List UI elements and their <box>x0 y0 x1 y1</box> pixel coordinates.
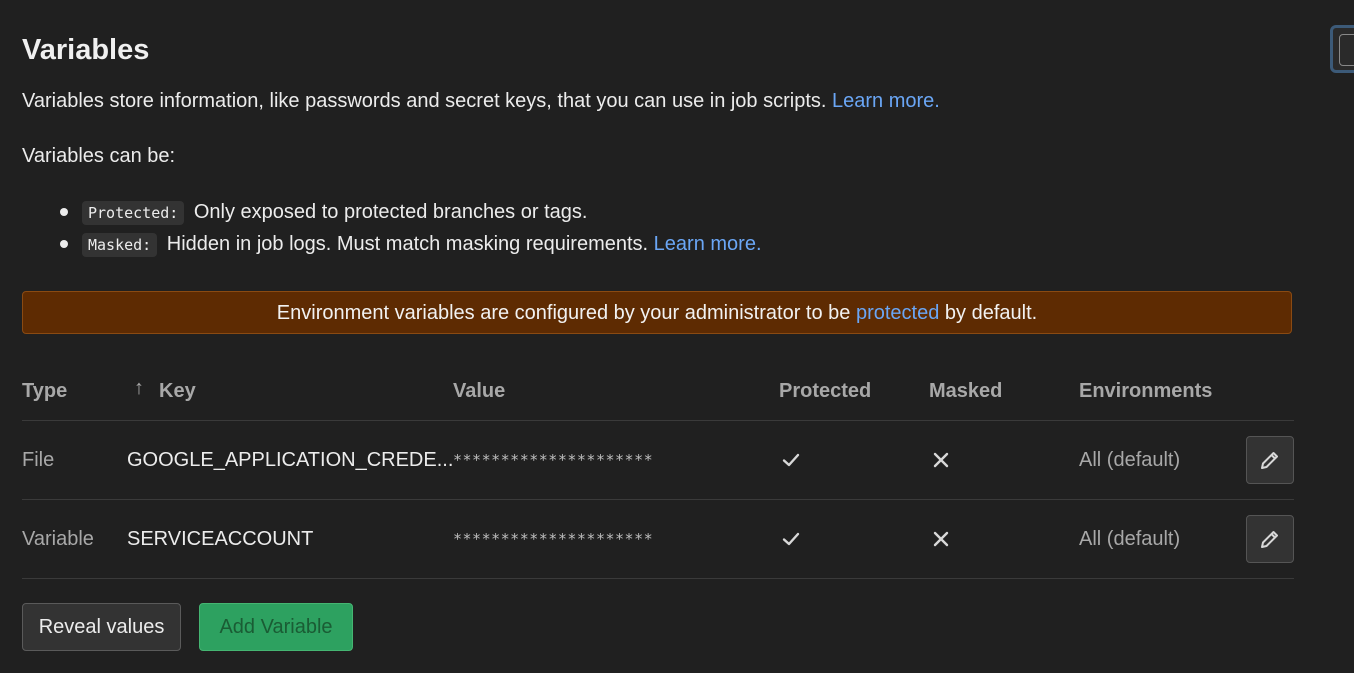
column-header-type: Type <box>22 380 68 402</box>
sort-ascending-icon[interactable]: ↑ <box>134 377 144 400</box>
edit-variable-button[interactable] <box>1246 436 1294 484</box>
list-item-protected: Protected: Only exposed to protected bra… <box>60 196 762 228</box>
table-header: Type ↑ Key Value Protected Masked Enviro… <box>22 366 1294 421</box>
masking-learn-more-link[interactable]: Learn more. <box>654 233 762 255</box>
column-header-key[interactable]: Key <box>159 380 196 403</box>
alert-text-before: Environment variables are configured by … <box>276 302 851 324</box>
variable-value: ********************* <box>453 530 654 548</box>
variable-key: SERVICEACCOUNT <box>127 528 314 550</box>
protected-link[interactable]: protected <box>856 302 939 324</box>
variable-value: ********************* <box>453 451 654 469</box>
check-icon <box>782 453 800 467</box>
check-icon <box>782 532 800 546</box>
learn-more-link[interactable]: Learn more. <box>832 90 940 112</box>
can-be-intro: Variables can be: <box>22 145 176 167</box>
table-row: Variable SERVICEACCOUNT ****************… <box>22 500 1294 579</box>
masked-description: Hidden in job logs. Must match masking r… <box>166 233 649 255</box>
variable-key: GOOGLE_APPLICATION_CREDE... <box>127 449 454 471</box>
page-description: Variables store information, like passwo… <box>22 90 940 113</box>
variable-type: File <box>22 449 55 471</box>
list-item-masked: Masked: Hidden in job logs. Must match m… <box>60 228 762 260</box>
protected-code: Protected: <box>82 201 185 225</box>
variables-table: Type ↑ Key Value Protected Masked Enviro… <box>22 366 1294 579</box>
edit-variable-button[interactable] <box>1246 515 1294 563</box>
protected-default-alert: Environment variables are configured by … <box>22 291 1292 334</box>
masked-code: Masked: <box>82 233 158 257</box>
variable-options-list: Protected: Only exposed to protected bra… <box>60 196 762 260</box>
column-header-masked: Masked <box>929 380 1003 402</box>
variable-environment: All (default) <box>1079 449 1181 471</box>
protected-description: Only exposed to protected branches or ta… <box>193 201 588 223</box>
alert-text-after: by default. <box>944 302 1038 324</box>
add-variable-button[interactable]: Add Variable <box>199 603 353 651</box>
pencil-icon <box>1261 452 1278 469</box>
pencil-icon <box>1261 531 1278 548</box>
column-header-value: Value <box>453 380 506 402</box>
reveal-values-button[interactable]: Reveal values <box>22 603 181 651</box>
column-header-environments: Environments <box>1079 380 1213 402</box>
table-row: File GOOGLE_APPLICATION_CREDE... *******… <box>22 421 1294 500</box>
description-text: Variables store information, like passwo… <box>22 90 827 112</box>
close-icon <box>933 531 949 547</box>
variable-type: Variable <box>22 528 94 550</box>
variable-environment: All (default) <box>1079 528 1181 550</box>
corner-toggle-button[interactable] <box>1330 25 1354 73</box>
variables-page: Variables Variables store information, l… <box>0 0 1354 673</box>
column-header-protected: Protected <box>779 380 872 402</box>
close-icon <box>933 452 949 468</box>
bullet-icon <box>60 208 68 216</box>
bullet-icon <box>60 240 68 248</box>
page-title: Variables <box>22 34 150 66</box>
